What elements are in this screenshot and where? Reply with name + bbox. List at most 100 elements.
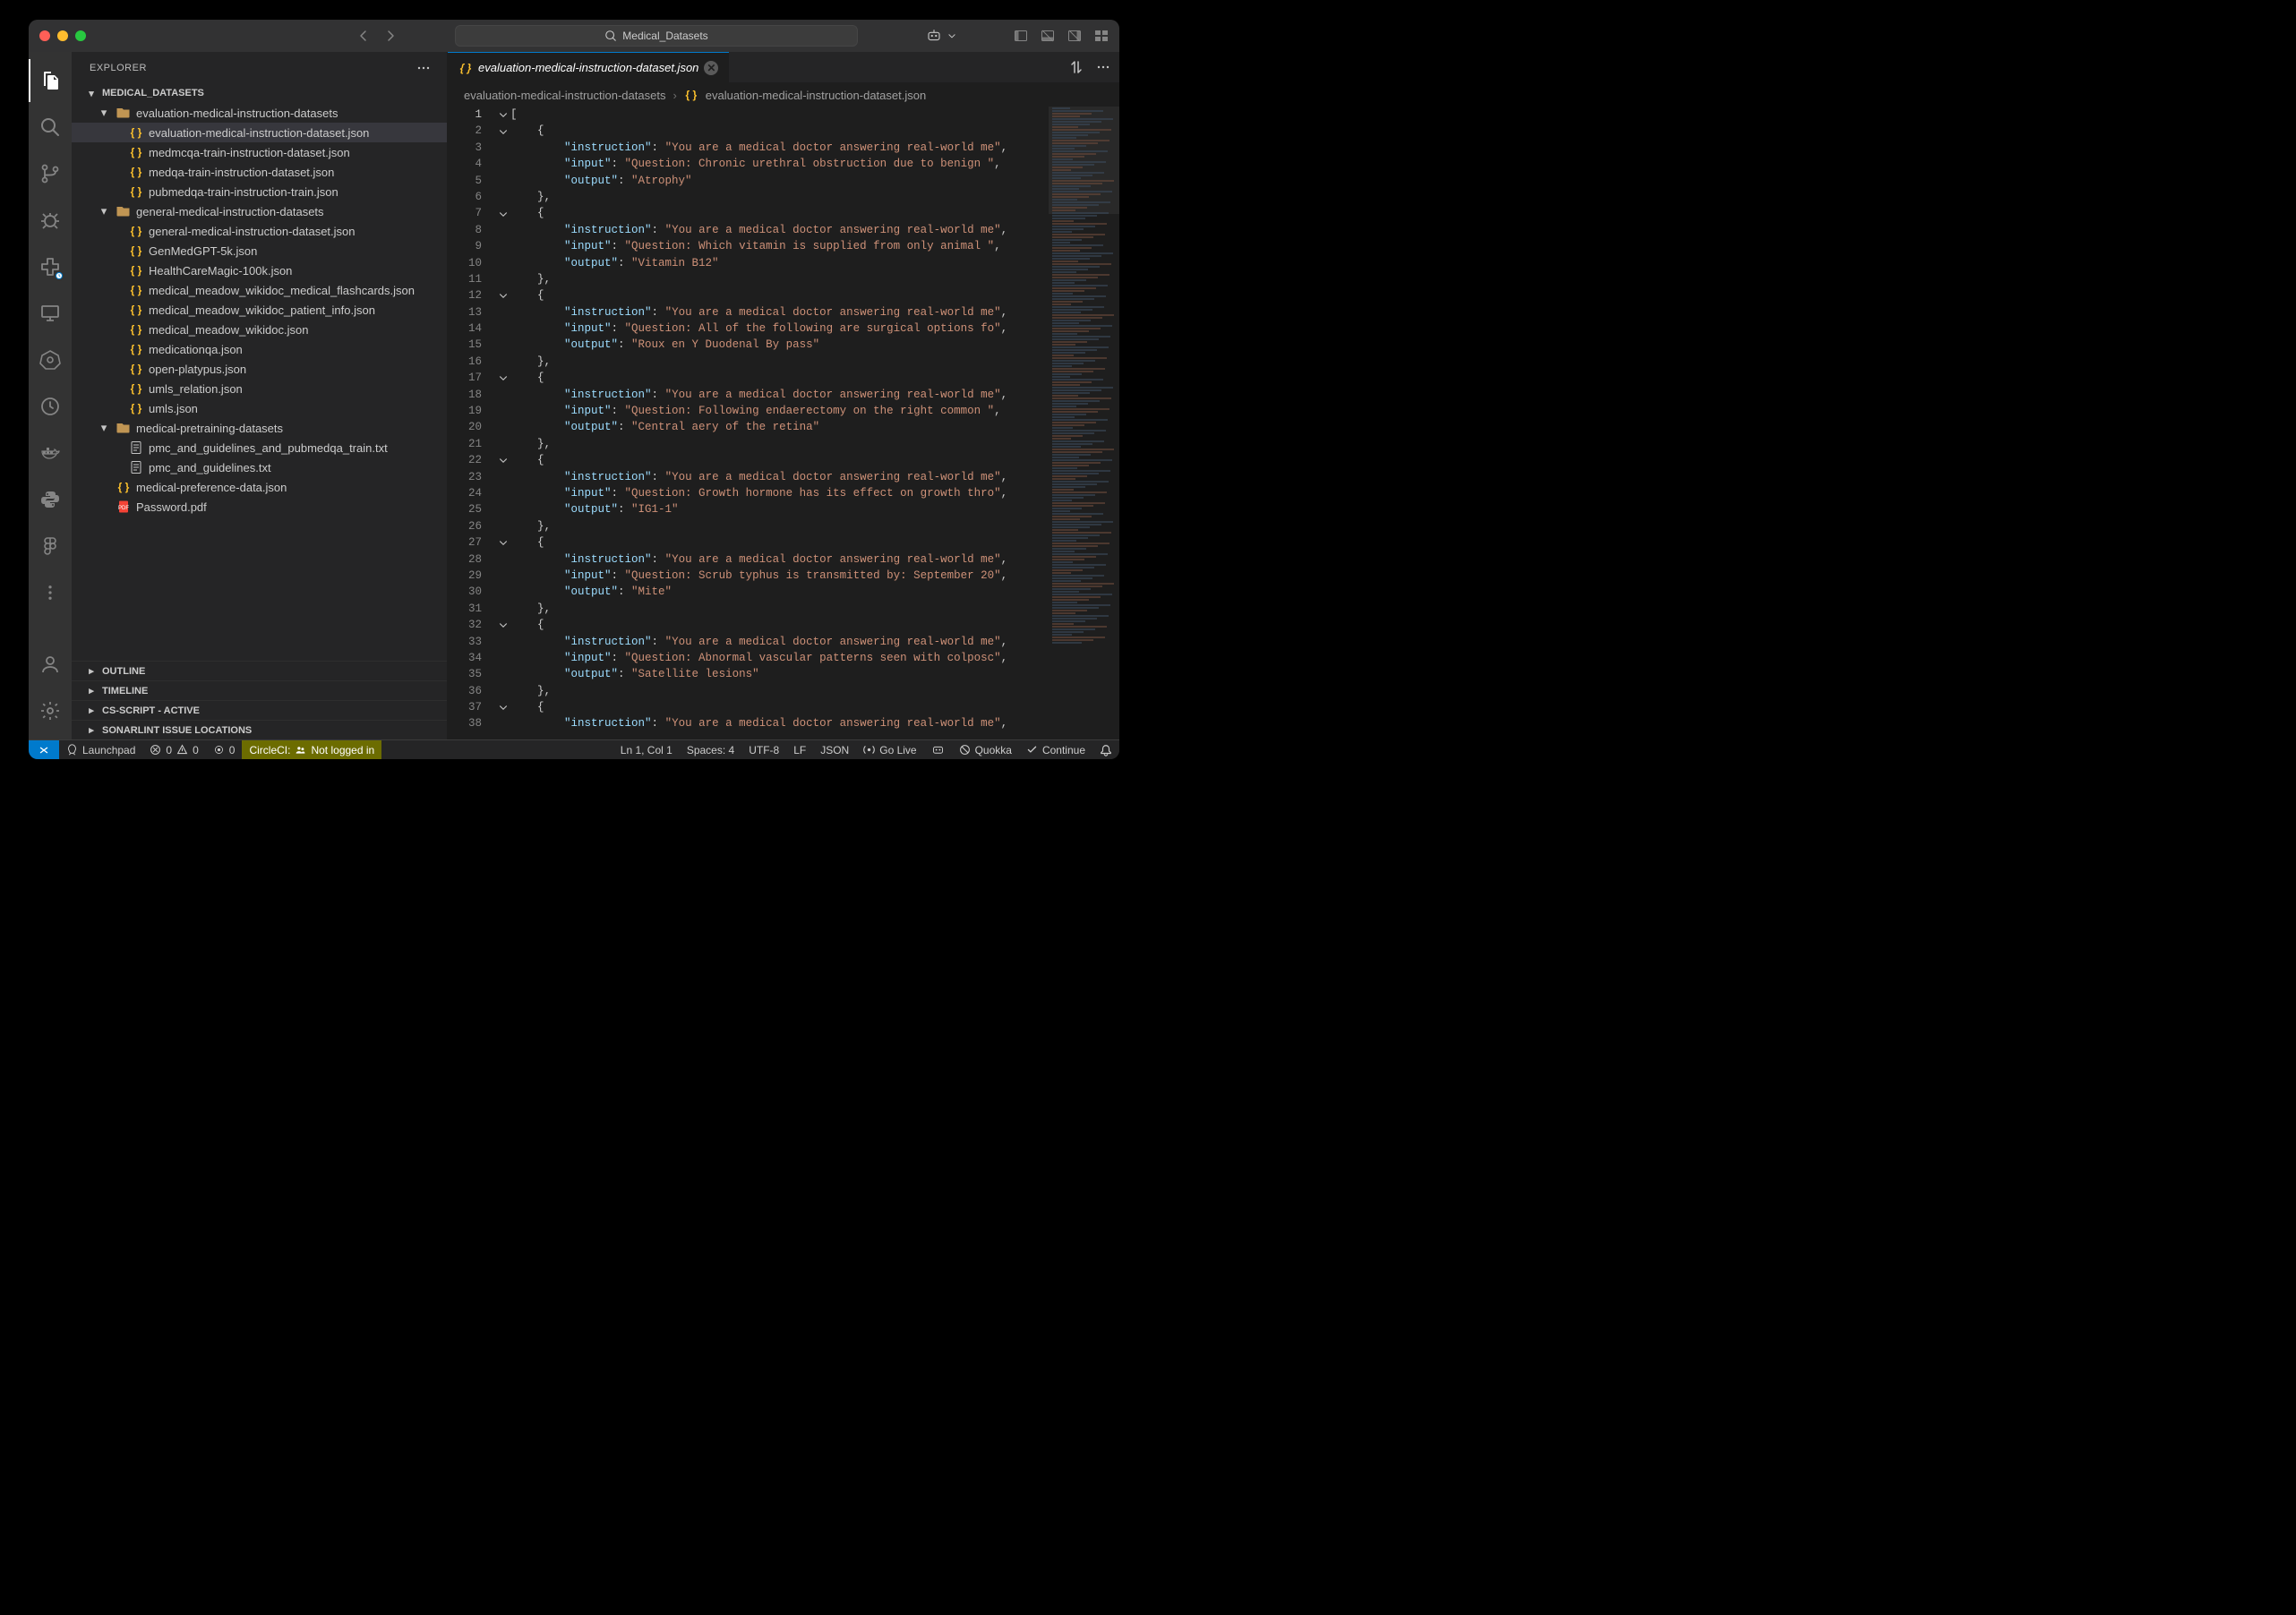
fold-toggle[interactable] (496, 123, 510, 139)
code-line[interactable]: { (510, 287, 1048, 303)
nav-back-button[interactable] (356, 29, 371, 43)
code-line[interactable]: "instruction": "You are a medical doctor… (510, 222, 1048, 238)
code-line[interactable]: }, (510, 601, 1048, 617)
code-line[interactable]: "instruction": "You are a medical doctor… (510, 140, 1048, 156)
code-line[interactable]: "output": "Roux en Y Duodenal By pass" (510, 337, 1048, 353)
customize-layout-button[interactable] (1094, 29, 1109, 43)
file-row[interactable]: { }umls.json (72, 398, 447, 418)
code-line[interactable]: }, (510, 436, 1048, 452)
code-line[interactable]: }, (510, 683, 1048, 699)
remote-indicator[interactable] (29, 740, 59, 760)
code-line[interactable]: "instruction": "You are a medical doctor… (510, 715, 1048, 731)
status-launchpad[interactable]: Launchpad (59, 740, 142, 760)
minimize-window-button[interactable] (57, 30, 68, 41)
code-line[interactable]: "output": "Atrophy" (510, 173, 1048, 189)
file-row[interactable]: { }open-platypus.json (72, 359, 447, 379)
file-row[interactable]: { }general-medical-instruction-dataset.j… (72, 221, 447, 241)
file-row[interactable]: PDFPassword.pdf (72, 497, 447, 517)
close-window-button[interactable] (39, 30, 50, 41)
code-line[interactable]: "output": "IG1-1" (510, 501, 1048, 517)
fold-toggle[interactable] (496, 205, 510, 221)
code-line[interactable]: "input": "Question: Growth hormone has i… (510, 485, 1048, 501)
nav-forward-button[interactable] (383, 29, 398, 43)
file-row[interactable]: { }medqa-train-instruction-dataset.json (72, 162, 447, 182)
activity-kubernetes[interactable] (29, 338, 72, 381)
minimap[interactable] (1048, 107, 1119, 739)
code-line[interactable]: "input": "Question: Scrub typhus is tran… (510, 568, 1048, 584)
code-line[interactable]: "input": "Question: Following endaerecto… (510, 403, 1048, 419)
folder-row[interactable]: ▾general-medical-instruction-datasets (72, 201, 447, 221)
fold-toggle[interactable] (496, 699, 510, 715)
code-line[interactable]: { (510, 123, 1048, 139)
activity-accounts[interactable] (29, 643, 72, 686)
fold-toggle[interactable] (496, 107, 510, 123)
tab-active[interactable]: { } evaluation-medical-instruction-datas… (448, 52, 729, 82)
sidebar-section-outline[interactable]: ▸OUTLINE (72, 661, 447, 680)
file-row[interactable]: { }pubmedqa-train-instruction-train.json (72, 182, 447, 201)
status-circleci[interactable]: CircleCI: Not logged in (242, 740, 381, 760)
status-continue[interactable]: Continue (1019, 740, 1092, 760)
activity-search[interactable] (29, 106, 72, 149)
fold-toggle[interactable] (496, 617, 510, 633)
toggle-panel-button[interactable] (1014, 29, 1028, 43)
file-row[interactable]: { }medicationqa.json (72, 339, 447, 359)
code-content[interactable]: [ { "instruction": "You are a medical do… (510, 107, 1048, 739)
code-line[interactable]: "input": "Question: Which vitamin is sup… (510, 238, 1048, 254)
activity-settings[interactable] (29, 689, 72, 732)
file-row[interactable]: pmc_and_guidelines_and_pubmedqa_train.tx… (72, 438, 447, 457)
status-ports[interactable]: 0 (206, 740, 243, 760)
file-row[interactable]: { }medical_meadow_wikidoc.json (72, 320, 447, 339)
sidebar-section-cs-script-active[interactable]: ▸CS-SCRIPT - ACTIVE (72, 700, 447, 720)
code-line[interactable]: { (510, 699, 1048, 715)
status-problems[interactable]: 0 0 (142, 740, 205, 760)
activity-explorer[interactable] (29, 59, 72, 102)
editor-more-button[interactable] (1096, 60, 1110, 74)
status-eol[interactable]: LF (786, 740, 813, 760)
code-line[interactable]: { (510, 452, 1048, 468)
code-line[interactable]: "instruction": "You are a medical doctor… (510, 304, 1048, 320)
compare-changes-button[interactable] (1069, 60, 1084, 74)
sidebar-section-sonarlint-issue-locations[interactable]: ▸SONARLINT ISSUE LOCATIONS (72, 720, 447, 739)
code-line[interactable]: }, (510, 354, 1048, 370)
folder-row[interactable]: ▾medical-pretraining-datasets (72, 418, 447, 438)
breadcrumb-file[interactable]: evaluation-medical-instruction-dataset.j… (706, 89, 926, 102)
activity-python[interactable] (29, 478, 72, 521)
activity-figma[interactable] (29, 525, 72, 568)
tab-dirty-close-button[interactable]: ✕ (704, 61, 718, 75)
code-line[interactable]: "instruction": "You are a medical doctor… (510, 387, 1048, 403)
breadcrumbs[interactable]: evaluation-medical-instruction-datasets … (448, 83, 1119, 107)
toggle-secondary-panel-button[interactable] (1067, 29, 1082, 43)
activity-remote-explorer[interactable] (29, 292, 72, 335)
code-line[interactable]: { (510, 617, 1048, 633)
code-line[interactable]: }, (510, 271, 1048, 287)
sidebar-more-button[interactable] (416, 61, 431, 75)
code-line[interactable]: "input": "Question: Chronic urethral obs… (510, 156, 1048, 172)
fold-gutter[interactable] (496, 107, 510, 739)
fold-toggle[interactable] (496, 452, 510, 468)
activity-overflow[interactable] (29, 571, 72, 614)
status-indentation[interactable]: Spaces: 4 (680, 740, 741, 760)
fold-toggle[interactable] (496, 370, 510, 386)
status-notifications[interactable] (1092, 740, 1119, 760)
code-line[interactable]: { (510, 370, 1048, 386)
code-line[interactable]: "output": "Vitamin B12" (510, 255, 1048, 271)
code-line[interactable]: "instruction": "You are a medical doctor… (510, 469, 1048, 485)
file-tree[interactable]: ▾evaluation-medical-instruction-datasets… (72, 103, 447, 661)
activity-extensions[interactable] (29, 245, 72, 288)
file-row[interactable]: { }HealthCareMagic-100k.json (72, 261, 447, 280)
code-line[interactable]: "instruction": "You are a medical doctor… (510, 634, 1048, 650)
status-cursor[interactable]: Ln 1, Col 1 (613, 740, 680, 760)
code-line[interactable]: "output": "Mite" (510, 584, 1048, 600)
breadcrumb-folder[interactable]: evaluation-medical-instruction-datasets (464, 89, 665, 102)
code-line[interactable]: }, (510, 518, 1048, 534)
fold-toggle[interactable] (496, 287, 510, 303)
activity-timeline[interactable] (29, 385, 72, 428)
file-row[interactable]: { }medical_meadow_wikidoc_patient_info.j… (72, 300, 447, 320)
status-language[interactable]: JSON (813, 740, 856, 760)
status-quokka[interactable]: Quokka (952, 740, 1019, 760)
status-encoding[interactable]: UTF-8 (741, 740, 786, 760)
file-row[interactable]: pmc_and_guidelines.txt (72, 457, 447, 477)
file-row[interactable]: { }medmcqa-train-instruction-dataset.jso… (72, 142, 447, 162)
minimap-viewport[interactable] (1049, 107, 1119, 214)
code-area[interactable]: 1234567891011121314151617181920212223242… (448, 107, 1119, 739)
